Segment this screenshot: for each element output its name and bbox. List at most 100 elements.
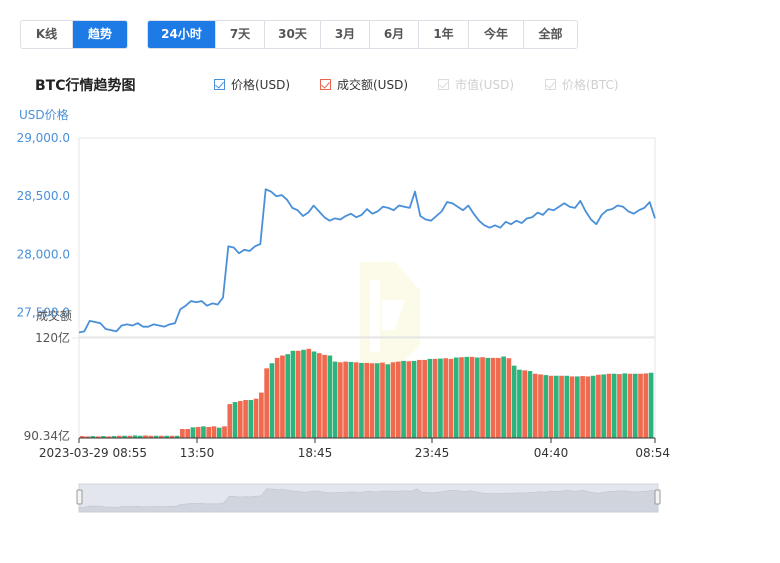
volume-bar bbox=[232, 402, 238, 438]
x-tick-label: 23:45 bbox=[415, 446, 450, 460]
volume-bar bbox=[648, 372, 654, 438]
volume-bar bbox=[517, 369, 522, 438]
volume-bar bbox=[596, 374, 601, 438]
volume-bar bbox=[580, 376, 585, 438]
volume-bar bbox=[638, 373, 643, 438]
volume-bar bbox=[575, 376, 580, 438]
volume-bar bbox=[390, 362, 396, 438]
volume-bar bbox=[617, 374, 622, 438]
x-tick-label: 2023-03-29 08:55 bbox=[39, 446, 147, 460]
volume-bar bbox=[448, 358, 454, 438]
trend-chart: USD价格27,500.028,000.028,500.029,000.0成交额… bbox=[17, 107, 670, 513]
volume-bar bbox=[417, 359, 422, 438]
x-tick-label: 08:54 bbox=[635, 446, 670, 460]
range-navigator[interactable] bbox=[76, 483, 661, 513]
volume-bar bbox=[438, 358, 443, 438]
volume-bar bbox=[290, 350, 296, 438]
volume-bar bbox=[185, 429, 190, 438]
price-tick-label: 28,000.0 bbox=[17, 247, 70, 261]
price-axis-title: USD价格 bbox=[19, 107, 69, 122]
volume-bar bbox=[180, 429, 185, 438]
volume-bar bbox=[222, 426, 227, 438]
volume-bar bbox=[453, 357, 459, 438]
navigator-handle-right bbox=[654, 489, 661, 505]
volume-bar bbox=[295, 350, 301, 438]
volume-bar bbox=[564, 375, 570, 438]
volume-bar bbox=[501, 356, 506, 438]
volume-bar bbox=[611, 373, 617, 438]
volume-bar bbox=[316, 353, 322, 438]
volume-bar bbox=[543, 375, 549, 438]
volume-bar bbox=[527, 371, 533, 438]
volume-bar bbox=[311, 351, 317, 438]
volume-bar bbox=[206, 427, 212, 438]
volume-bar bbox=[601, 374, 607, 438]
volume-bar bbox=[427, 358, 433, 438]
volume-bar bbox=[464, 356, 470, 438]
volume-bar bbox=[590, 375, 596, 438]
volume-bar bbox=[385, 364, 391, 438]
volume-bar bbox=[195, 427, 201, 438]
volume-bar bbox=[432, 358, 438, 438]
volume-bar bbox=[632, 373, 638, 438]
volume-bar bbox=[474, 357, 480, 438]
volume-bar bbox=[306, 348, 312, 438]
volume-bar bbox=[374, 363, 380, 438]
volume-bar bbox=[406, 361, 412, 438]
volume-bar bbox=[285, 354, 291, 438]
volume-bar bbox=[622, 373, 628, 438]
volume-bar bbox=[369, 363, 375, 438]
volume-bar bbox=[643, 373, 649, 438]
watermark-logo bbox=[360, 262, 420, 370]
x-tick-label: 04:40 bbox=[534, 446, 569, 460]
volume-bar bbox=[211, 426, 217, 438]
volume-bar bbox=[532, 373, 538, 438]
volume-bar bbox=[359, 362, 364, 438]
volume-bar bbox=[459, 357, 464, 438]
price-tick-label: 28,500.0 bbox=[17, 189, 70, 203]
volume-bar bbox=[606, 373, 612, 438]
volume-bar bbox=[338, 362, 343, 438]
volume-bar bbox=[327, 355, 333, 438]
volume-bar bbox=[401, 360, 406, 438]
volume-bar bbox=[274, 357, 280, 438]
navigator-handle-left bbox=[76, 489, 83, 505]
volume-bar bbox=[216, 427, 222, 438]
volume-bar bbox=[301, 349, 306, 438]
x-tick-label: 13:50 bbox=[180, 446, 215, 460]
x-tick-label: 18:45 bbox=[298, 446, 333, 460]
volume-bar bbox=[411, 360, 417, 438]
volume-bar bbox=[553, 375, 559, 438]
volume-bar bbox=[569, 376, 575, 438]
volume-bar bbox=[559, 375, 564, 438]
volume-bar bbox=[269, 363, 275, 438]
volume-bar bbox=[264, 368, 269, 438]
volume-bar bbox=[443, 358, 449, 438]
volume-bar bbox=[243, 400, 248, 438]
volume-bar bbox=[538, 374, 543, 438]
volume-bar bbox=[227, 404, 233, 438]
volume-bar bbox=[585, 376, 591, 438]
volume-bar bbox=[490, 357, 496, 438]
volume-tick-label: 90.34亿 bbox=[24, 428, 70, 443]
volume-bar bbox=[380, 362, 385, 438]
volume-bar bbox=[469, 356, 475, 438]
volume-tick-label: 120亿 bbox=[35, 330, 70, 345]
volume-bar bbox=[422, 359, 427, 438]
volume-bar bbox=[522, 370, 528, 438]
volume-bar bbox=[480, 357, 485, 438]
volume-bar bbox=[485, 357, 491, 438]
volume-bar bbox=[348, 361, 354, 438]
volume-bar bbox=[506, 358, 512, 438]
volume-bar bbox=[259, 392, 264, 438]
price-tick-label: 29,000.0 bbox=[17, 131, 70, 145]
volume-bar bbox=[201, 426, 206, 438]
volume-bar bbox=[343, 361, 348, 438]
volume-bar bbox=[395, 361, 401, 438]
volume-bar bbox=[253, 398, 259, 438]
volume-bar bbox=[353, 362, 359, 438]
volume-bar bbox=[237, 401, 243, 438]
volume-bar bbox=[364, 362, 370, 438]
volume-bar bbox=[280, 355, 285, 438]
volume-bar bbox=[627, 373, 633, 438]
